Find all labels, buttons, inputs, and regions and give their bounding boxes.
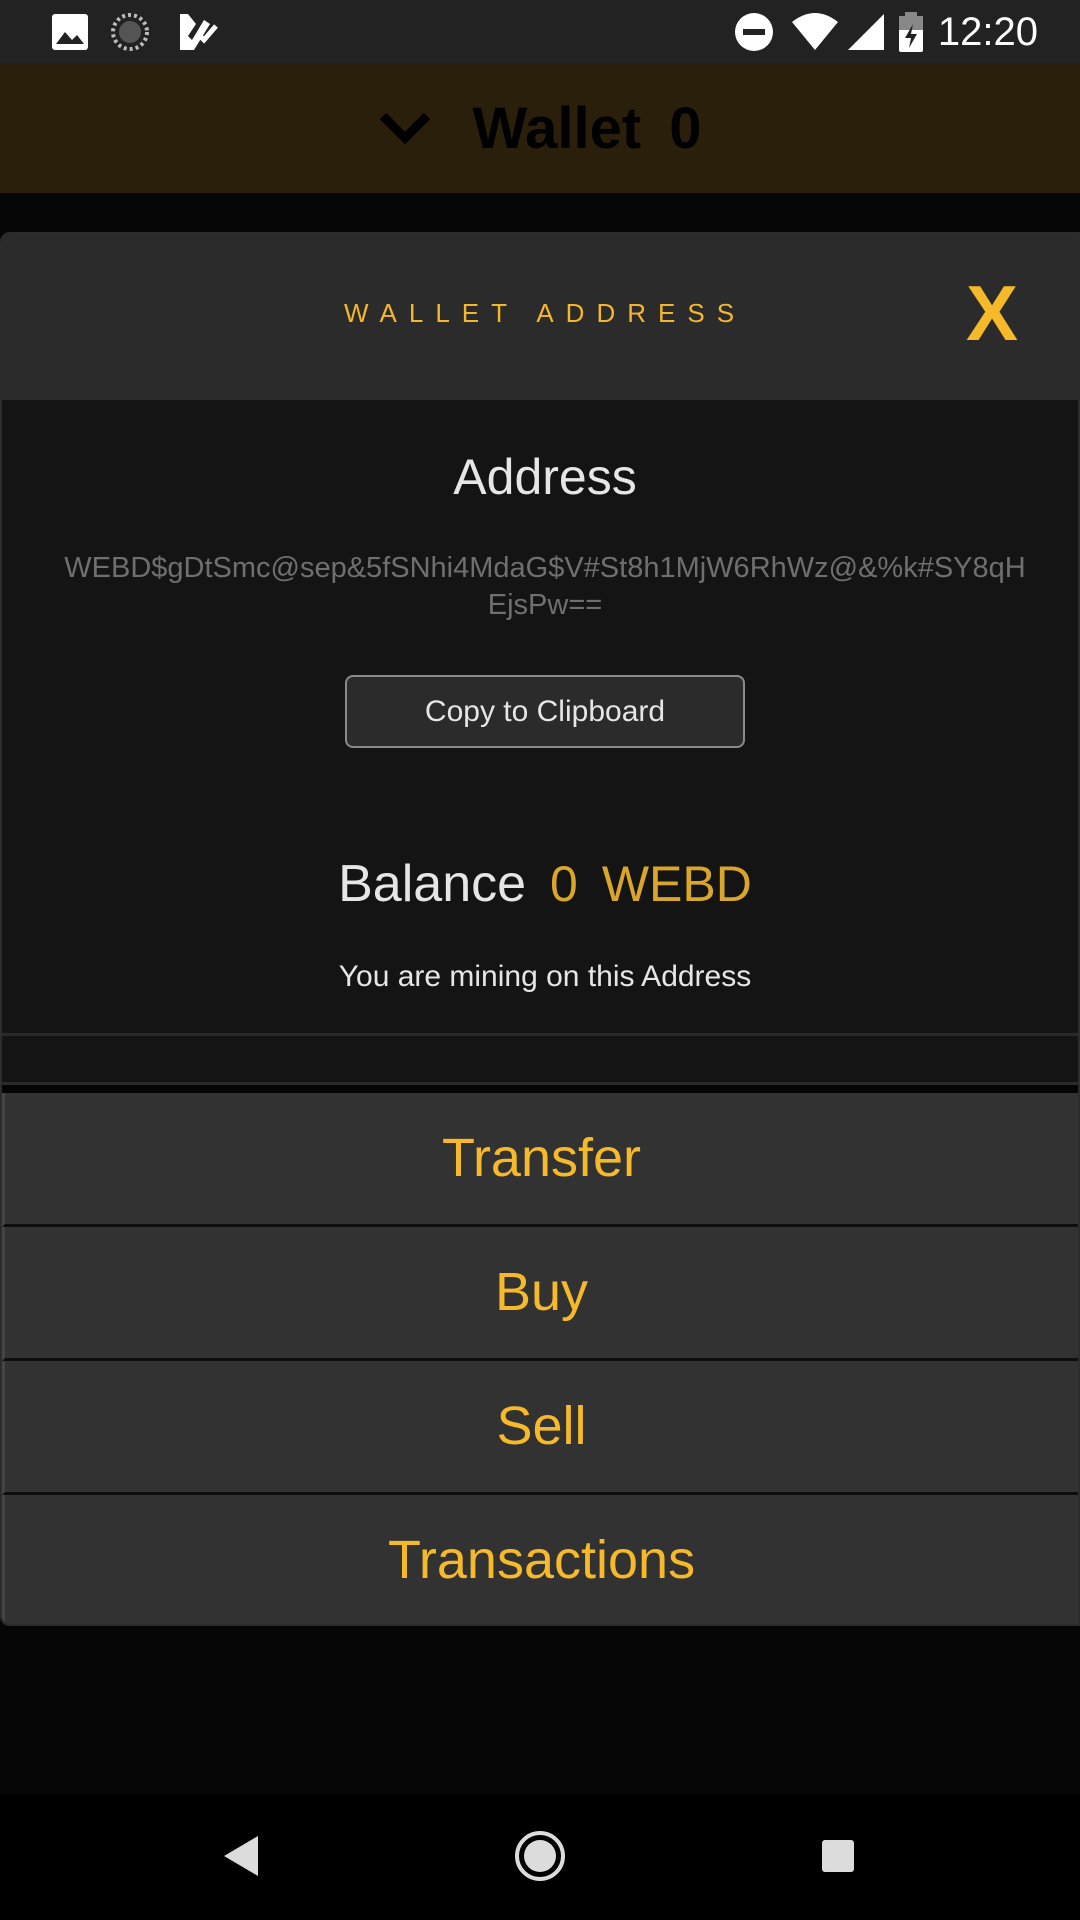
balance-label: Balance: [338, 855, 527, 913]
chevron-down-icon[interactable]: [379, 108, 431, 148]
transfer-button[interactable]: Transfer: [2, 1093, 1078, 1227]
close-button[interactable]: X: [952, 268, 1032, 358]
action-list: Transfer Buy Sell Transactions: [2, 1082, 1078, 1624]
balance-row: Balance 0 WEBD: [2, 854, 1078, 924]
buy-button[interactable]: Buy: [2, 1227, 1078, 1361]
sync-icon: [111, 13, 149, 51]
wallet-title: Wallet: [472, 95, 642, 161]
copy-to-clipboard-button[interactable]: Copy to Clipboard: [345, 675, 745, 748]
balance-value: 0: [550, 856, 578, 912]
do-not-disturb-icon: [735, 13, 773, 51]
screen: 12:20 Wallet 0 WALLET ADDRESS X Address …: [0, 0, 1080, 1920]
image-icon: [52, 14, 88, 50]
status-time: 12:20: [937, 10, 1038, 54]
address-section: Address WEBD$gDtSmc@sep&5fSNhi4MdaG$V#St…: [2, 400, 1078, 1036]
address-value: WEBD$gDtSmc@sep&5fSNhi4MdaG$V#St8h1MjW6R…: [64, 552, 1026, 621]
wallet-count: 0: [669, 95, 702, 161]
modal-header: WALLET ADDRESS X: [2, 234, 1078, 400]
address-label: Address: [453, 449, 637, 505]
back-icon[interactable]: [212, 1826, 272, 1886]
transactions-button[interactable]: Transactions: [2, 1495, 1078, 1624]
wallet-address-modal: WALLET ADDRESS X Address WEBD$gDtSmc@sep…: [0, 232, 1080, 1626]
sell-button[interactable]: Sell: [2, 1361, 1078, 1495]
mining-note: You are mining on this Address: [338, 960, 752, 993]
wallet-header[interactable]: Wallet 0: [0, 63, 1080, 193]
home-icon[interactable]: [510, 1826, 570, 1886]
signal-icon: [848, 14, 884, 50]
recents-icon[interactable]: [808, 1826, 868, 1886]
battery-icon: [899, 12, 923, 52]
divider: [2, 1082, 1078, 1093]
balance-unit: WEBD: [601, 856, 752, 912]
navigation-bar: [0, 1794, 1080, 1920]
checklist-icon: [180, 14, 218, 50]
wifi-icon: [792, 13, 838, 50]
status-bar: 12:20: [0, 0, 1080, 63]
modal-title: WALLET ADDRESS: [343, 298, 747, 328]
